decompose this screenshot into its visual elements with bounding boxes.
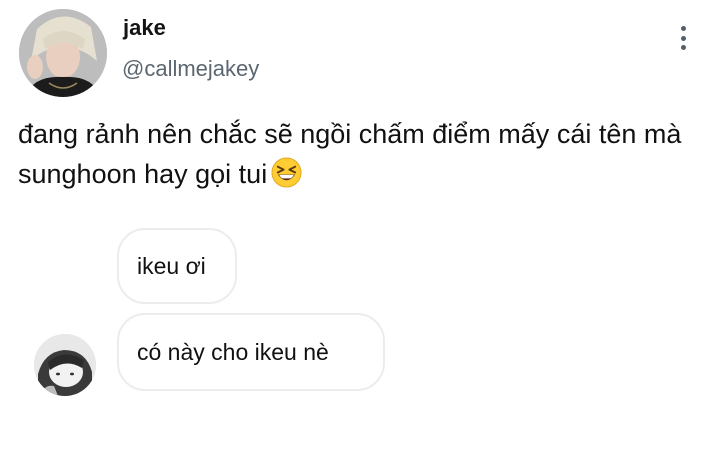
chat-avatar-photo	[34, 334, 96, 396]
display-name[interactable]: jake	[123, 15, 166, 41]
avatar-photo	[19, 9, 107, 97]
more-options-dot-icon	[680, 35, 686, 41]
chat-bubble: có này cho ikeu nè	[117, 313, 385, 391]
chat-bubble: ikeu ơi	[117, 228, 237, 304]
grinning-squinting-face-icon	[271, 157, 302, 188]
more-options-dot-icon	[680, 26, 686, 31]
username-handle[interactable]: @callmejakey	[122, 56, 259, 82]
more-options-dot-icon	[680, 45, 686, 50]
chat-avatar	[34, 334, 96, 396]
profile-avatar[interactable]	[19, 9, 107, 97]
tweet-text: đang rảnh nên chắc sẽ ngồi chấm điểm mấy…	[18, 114, 708, 194]
more-options-button[interactable]	[670, 23, 696, 53]
chat-message-text: ikeu ơi	[137, 252, 206, 279]
chat-message-text: có này cho ikeu nè	[137, 338, 329, 365]
tweet-text-content: đang rảnh nên chắc sẽ ngồi chấm điểm mấy…	[18, 119, 682, 189]
embedded-chat-screenshot[interactable]: ikeu ơi có này cho ikeu nè	[20, 220, 420, 410]
